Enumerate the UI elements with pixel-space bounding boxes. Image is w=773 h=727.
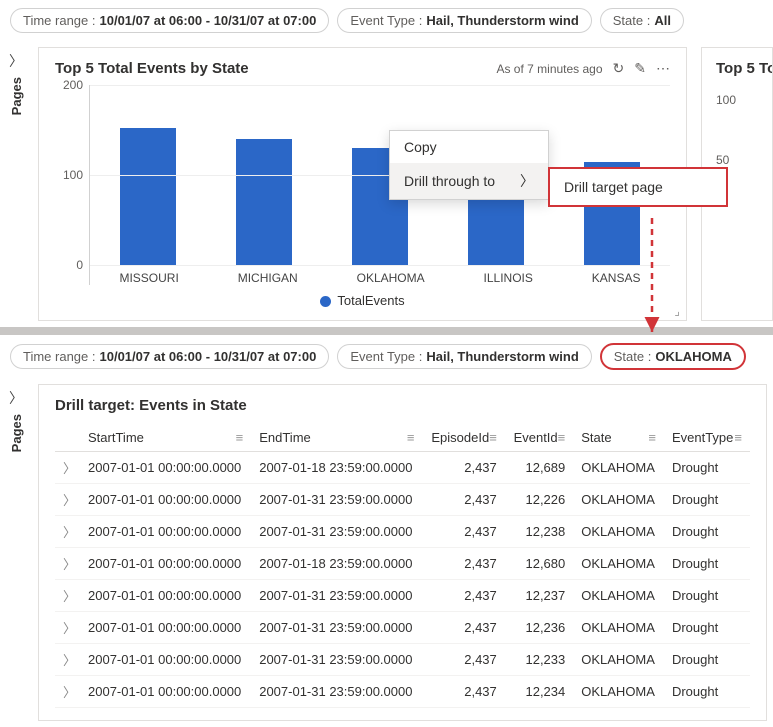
table-row[interactable]: 〉2007-01-01 00:00:00.00002007-01-18 23:5…	[55, 452, 750, 484]
expand-icon[interactable]: 〉	[55, 452, 80, 484]
bottom-filter-bar: Time range : 10/01/07 at 06:00 - 10/31/0…	[0, 335, 773, 378]
table-row[interactable]: 〉2007-01-01 00:00:00.00002007-01-31 23:5…	[55, 676, 750, 708]
top-filter-bar: Time range : 10/01/07 at 06:00 - 10/31/0…	[0, 0, 773, 41]
peek-title: Top 5 Total	[716, 60, 772, 77]
expand-icon[interactable]: 〉	[55, 676, 80, 708]
asof-text: As of 7 minutes ago	[496, 62, 602, 76]
chart-title: Top 5 Total Events by State	[55, 60, 249, 77]
pages-panel-toggle[interactable]: 〉 Pages	[2, 388, 30, 452]
filter-state[interactable]: State : All	[600, 8, 684, 33]
table-row[interactable]: 〉2007-01-01 00:00:00.00002007-01-31 23:5…	[55, 580, 750, 612]
expand-icon[interactable]: 〉	[55, 548, 80, 580]
sort-icon: ≡	[558, 430, 566, 445]
sort-icon: ≡	[734, 430, 742, 445]
section-divider	[0, 327, 773, 335]
pages-panel-toggle[interactable]: 〉 Pages	[2, 51, 30, 115]
table-card: Drill target: Events in State StartTime≡…	[38, 384, 767, 721]
table-row[interactable]: 〉2007-01-01 00:00:00.00002007-01-18 23:5…	[55, 548, 750, 580]
table-row[interactable]: 〉2007-01-01 00:00:00.00002007-01-31 23:5…	[55, 484, 750, 516]
pages-label: Pages	[9, 414, 24, 452]
menu-drill-through[interactable]: Drill through to 〉	[390, 163, 548, 199]
y-tick: 0	[76, 258, 83, 272]
bar-missouri[interactable]	[120, 128, 176, 265]
sort-icon: ≡	[489, 430, 497, 445]
sort-icon: ≡	[236, 430, 244, 445]
filter-label: Event Type :	[350, 13, 422, 28]
chevron-right-icon: 〉	[9, 388, 23, 408]
col-state[interactable]: State≡	[573, 424, 664, 452]
filter-value: Hail, Thunderstorm wind	[426, 13, 578, 28]
pages-label: Pages	[9, 77, 24, 115]
table-title: Drill target: Events in State	[55, 397, 750, 414]
bar-michigan[interactable]	[236, 139, 292, 265]
filter-event-type[interactable]: Event Type : Hail, Thunderstorm wind	[337, 8, 591, 33]
expand-icon[interactable]: 〉	[55, 580, 80, 612]
more-icon[interactable]: ⋯	[656, 60, 670, 77]
col-episodeid[interactable]: EpisodeId≡	[422, 424, 504, 452]
table-row[interactable]: 〉2007-01-01 00:00:00.00002007-01-31 23:5…	[55, 644, 750, 676]
edit-icon[interactable]: ✎	[634, 60, 646, 77]
events-table: StartTime≡ EndTime≡ EpisodeId≡ EventId≡ …	[55, 424, 750, 708]
filter-event-type[interactable]: Event Type : Hail, Thunderstorm wind	[337, 344, 591, 369]
x-label: MICHIGAN	[238, 271, 298, 285]
col-endtime[interactable]: EndTime≡	[251, 424, 422, 452]
filter-label: Time range :	[23, 13, 96, 28]
x-label: OKLAHOMA	[357, 271, 425, 285]
x-label: KANSAS	[592, 271, 641, 285]
context-submenu: Drill target page	[548, 167, 728, 207]
chevron-right-icon: 〉	[9, 51, 23, 71]
refresh-icon[interactable]: ↻	[613, 60, 625, 77]
context-menu: Copy Drill through to 〉 Drill target pag…	[389, 130, 549, 200]
y-tick: 200	[63, 78, 83, 92]
filter-time-range[interactable]: Time range : 10/01/07 at 06:00 - 10/31/0…	[10, 8, 329, 33]
menu-copy[interactable]: Copy	[390, 131, 548, 163]
col-eventtype[interactable]: EventType≡	[664, 424, 750, 452]
col-starttime[interactable]: StartTime≡	[80, 424, 251, 452]
filter-label: State :	[613, 13, 651, 28]
menu-drill-target-page[interactable]: Drill target page	[550, 169, 726, 205]
x-label: ILLINOIS	[484, 271, 533, 285]
expand-icon[interactable]: 〉	[55, 644, 80, 676]
filter-value: 10/01/07 at 06:00 - 10/31/07 at 07:00	[100, 13, 317, 28]
filter-value: All	[654, 13, 671, 28]
chart-legend: TotalEvents	[55, 293, 670, 308]
resize-handle-icon[interactable]: ⌟	[674, 304, 680, 318]
y-tick: 100	[63, 168, 83, 182]
col-eventid[interactable]: EventId≡	[505, 424, 573, 452]
x-label: MISSOURI	[119, 271, 178, 285]
table-row[interactable]: 〉2007-01-01 00:00:00.00002007-01-31 23:5…	[55, 516, 750, 548]
sort-icon: ≡	[407, 430, 415, 445]
expand-icon[interactable]: 〉	[55, 516, 80, 548]
sort-icon: ≡	[648, 430, 656, 445]
filter-time-range[interactable]: Time range : 10/01/07 at 06:00 - 10/31/0…	[10, 344, 329, 369]
legend-dot-icon	[320, 296, 331, 307]
chart-card: Top 5 Total Events by State As of 7 minu…	[38, 47, 687, 321]
expand-icon[interactable]: 〉	[55, 484, 80, 516]
chevron-right-icon: 〉	[520, 171, 534, 191]
filter-state[interactable]: State : OKLAHOMA	[600, 343, 746, 370]
